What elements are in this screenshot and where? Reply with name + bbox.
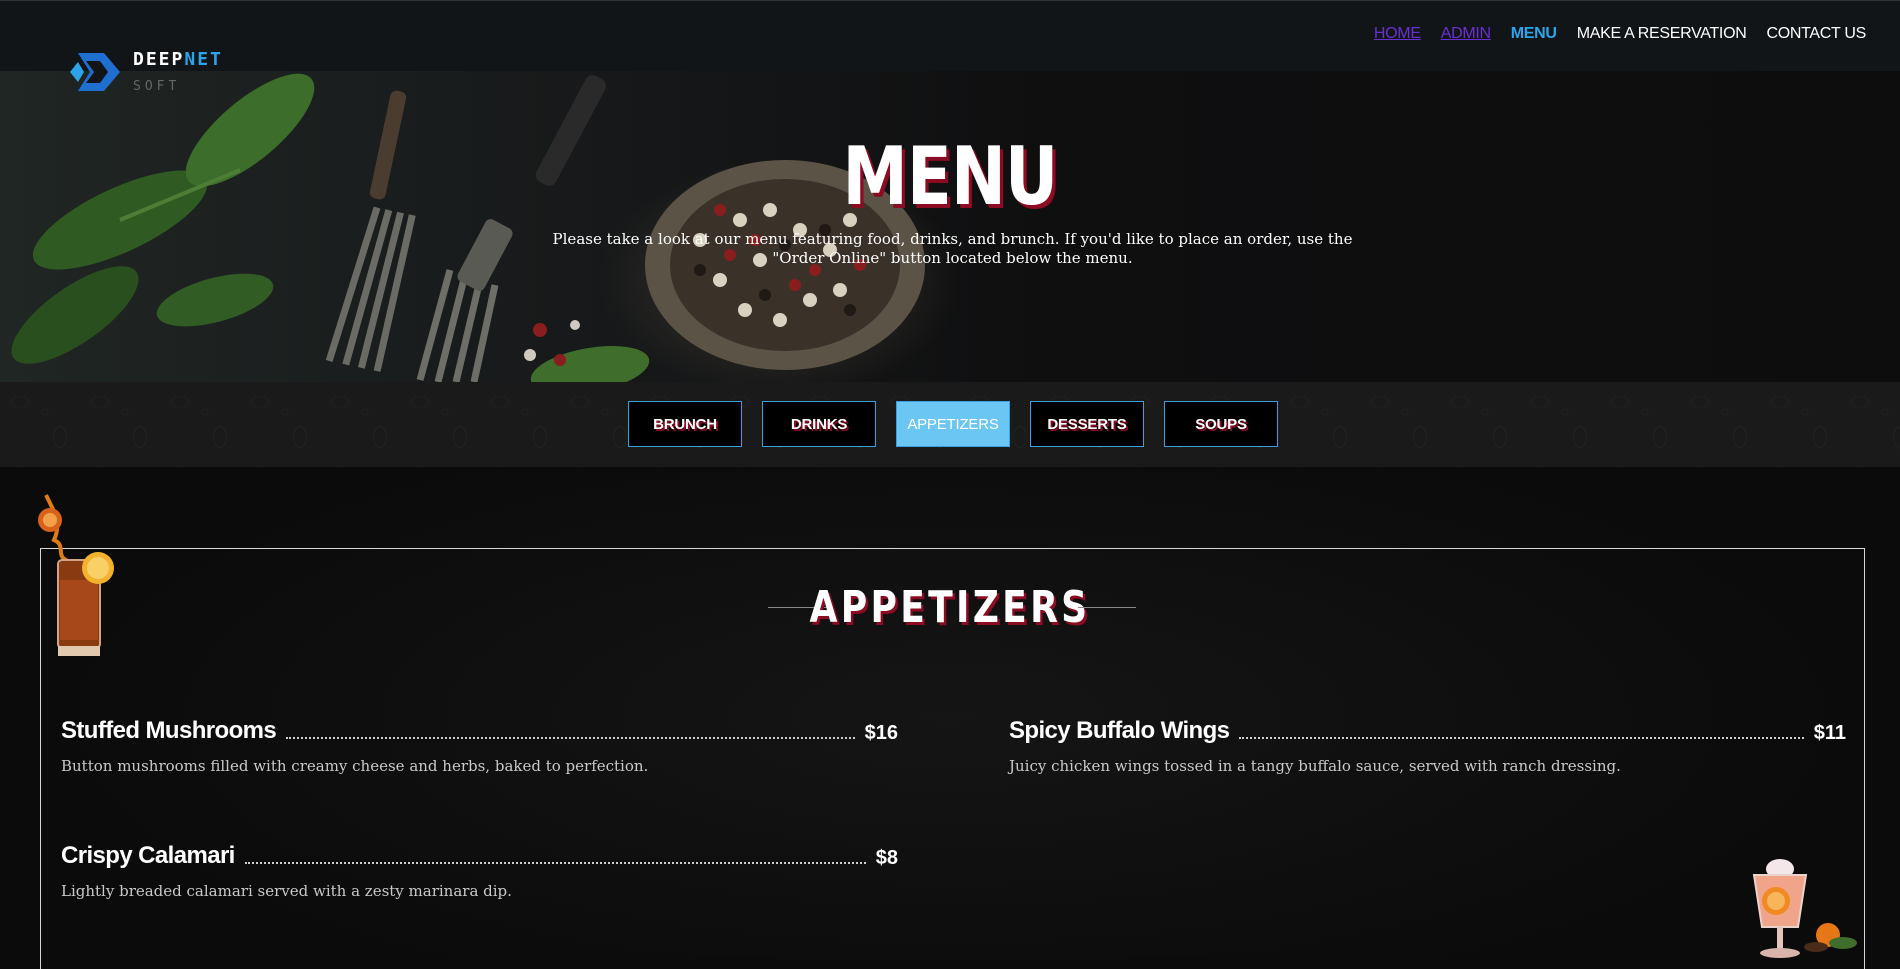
nav-contact-link[interactable]: CONTACT US bbox=[1766, 25, 1866, 43]
nav-admin-link[interactable]: ADMIN bbox=[1441, 25, 1491, 43]
deepnet-logo-icon bbox=[70, 53, 120, 91]
item-price: $11 bbox=[1813, 722, 1846, 744]
item-name: Crispy Calamari bbox=[61, 842, 235, 869]
hero-food-image bbox=[11, 73, 925, 382]
item-price: $16 bbox=[864, 722, 898, 744]
tab-appetizers[interactable]: APPETIZERS bbox=[896, 401, 1010, 447]
top-navbar: DEEPNET SOFT HOME ADMIN MENU MAKE A RESE… bbox=[0, 0, 1900, 94]
brand-tagline: SOFT bbox=[133, 79, 181, 94]
tab-brunch[interactable]: BRUNCH bbox=[628, 401, 742, 447]
nav-links: HOME ADMIN MENU MAKE A RESERVATION CONTA… bbox=[1374, 25, 1866, 43]
nav-reservation-link[interactable]: MAKE A RESERVATION bbox=[1577, 25, 1747, 43]
tropical-drink-icon bbox=[1752, 859, 1857, 958]
page-title: MENU bbox=[842, 130, 1059, 223]
item-name: Stuffed Mushrooms bbox=[61, 717, 277, 744]
tab-drinks[interactable]: DRINKS bbox=[762, 401, 876, 447]
brand-name: DEEPNET bbox=[133, 49, 223, 70]
leader-dots bbox=[1239, 737, 1804, 739]
item-price: $8 bbox=[875, 847, 898, 869]
nav-menu-link[interactable]: MENU bbox=[1511, 25, 1557, 43]
tab-desserts[interactable]: DESSERTS bbox=[1030, 401, 1144, 447]
tab-soups[interactable]: SOUPS bbox=[1164, 401, 1278, 447]
menu-tabs-bar: BRUNCH DRINKS APPETIZERS DESSERTS SOUPS bbox=[0, 382, 1900, 467]
cocktail-glass-icon bbox=[38, 494, 114, 656]
item-description: Juicy chicken wings tossed in a tangy bu… bbox=[1009, 757, 1621, 775]
title-divider-right bbox=[1078, 607, 1136, 608]
item-description: Lightly breaded calamari served with a z… bbox=[61, 882, 512, 900]
leader-dots bbox=[244, 862, 866, 864]
item-description: Button mushrooms filled with creamy chee… bbox=[61, 757, 649, 775]
section-title: APPETIZERS bbox=[809, 582, 1091, 633]
hero-description: Please take a look at our menu featuring… bbox=[552, 230, 1353, 267]
hero-banner: MENU Please take a look at our menu feat… bbox=[0, 70, 1900, 382]
leader-dots bbox=[286, 737, 855, 739]
item-name: Spicy Buffalo Wings bbox=[1009, 717, 1230, 744]
nav-home-link[interactable]: HOME bbox=[1374, 25, 1421, 43]
